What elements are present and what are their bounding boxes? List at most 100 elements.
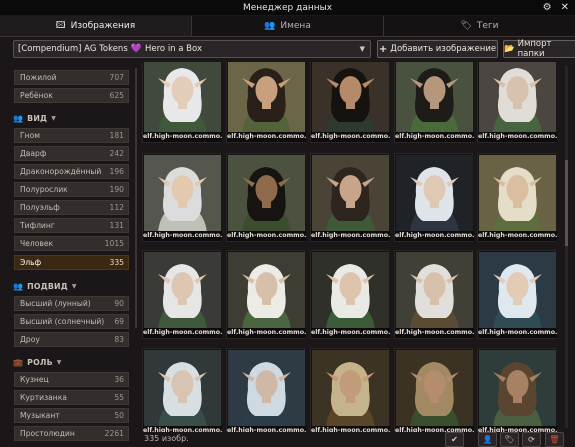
filter-item-child[interactable]: Ребёнок 625 — [14, 88, 129, 103]
filter-item-gnome[interactable]: Гном 181 — [14, 128, 129, 143]
tab-label: Изображения — [70, 21, 136, 31]
filter-item-blacksmith[interactable]: Кузнец 36 — [14, 372, 129, 387]
filter-item-label: Гном — [20, 131, 40, 140]
section-title: ПОДВИД — [27, 281, 68, 291]
image-caption: elf.high-moon.commo... — [478, 328, 557, 338]
image-card[interactable]: elf.high-moon.commo... — [310, 348, 390, 432]
filter-item-drow[interactable]: Дроу 83 — [14, 332, 129, 347]
image-card[interactable]: elf.high-moon.commo... — [477, 62, 557, 143]
tags-icon: 🏷 — [504, 435, 515, 444]
refresh-button[interactable]: ⟳ — [522, 432, 541, 447]
image-card[interactable]: elf.high-moon.commo... — [394, 62, 474, 143]
filter-item-count: 2261 — [104, 429, 124, 438]
select-all-button[interactable]: ✔ — [445, 432, 464, 447]
filter-item-dwarf[interactable]: Дварф 242 — [14, 146, 129, 161]
filter-item-musician[interactable]: Музыкант 50 — [14, 408, 129, 423]
filter-item-high-moon[interactable]: Высший (лунный) 90 — [14, 296, 129, 311]
title-bar: Менеджер данных ⚙ ✕ — [0, 0, 575, 15]
image-card[interactable]: elf.high-moon.commo... — [226, 250, 306, 339]
image-caption: elf.high-moon.commo... — [395, 231, 474, 241]
filter-item-count: 50 — [114, 411, 124, 420]
image-card[interactable]: elf.high-moon.commo... — [394, 250, 474, 339]
image-caption: elf.high-moon.commo... — [311, 132, 390, 142]
heart-icon: 💜 — [130, 44, 142, 54]
image-card[interactable]: elf.high-moon.commo... — [142, 250, 222, 339]
filter-item-tiefling[interactable]: Тифлинг 131 — [14, 218, 129, 233]
filter-item-courtesan[interactable]: Куртизанка 55 — [14, 390, 129, 405]
user-plus-icon: 👤 — [482, 435, 493, 444]
section-header-role[interactable]: 💼 РОЛЬ ▼ — [13, 356, 131, 368]
token-portrait — [228, 350, 305, 428]
tab-images[interactable]: 🖾 Изображения — [0, 16, 192, 36]
filter-item-label: Кузнец — [20, 375, 49, 384]
import-folder-button[interactable]: 📂 Импорт папки — [503, 39, 575, 59]
image-caption: elf.high-moon.commo... — [311, 328, 390, 338]
assign-name-button[interactable]: 👤 — [478, 432, 497, 447]
close-icon[interactable]: ✕ — [561, 2, 569, 13]
filter-item-count: 181 — [109, 131, 125, 140]
filter-item-elderly[interactable]: Пожилой 707 — [14, 70, 129, 85]
section-title: РОЛЬ — [27, 357, 53, 367]
filter-item-label: Эльф — [20, 258, 42, 267]
section-header-subspecies[interactable]: 👥 ПОДВИД ▼ — [13, 280, 131, 292]
trash-icon: 🗑 — [549, 435, 560, 444]
filter-item-count: 69 — [114, 317, 124, 326]
image-caption: elf.high-moon.commo... — [478, 231, 557, 241]
tab-names[interactable]: 👥 Имена — [192, 16, 384, 36]
delete-button[interactable]: 🗑 — [545, 432, 564, 447]
double-check-icon: ✔ — [451, 435, 458, 444]
tab-tags[interactable]: 🏷 Теги — [384, 16, 575, 36]
filter-item-half-elf[interactable]: Полуэльф 112 — [14, 200, 129, 215]
tab-label: Теги — [476, 21, 499, 31]
token-portrait — [144, 62, 221, 134]
image-card[interactable]: elf.high-moon.commo... — [310, 153, 390, 242]
image-card[interactable]: elf.high-moon.commo... — [477, 348, 557, 432]
token-portrait — [312, 62, 389, 134]
sidebar-scrollbar[interactable] — [135, 68, 137, 328]
filter-item-elf[interactable]: Эльф 335 — [14, 255, 129, 270]
filter-item-label: Высший (лунный) — [20, 299, 91, 308]
token-portrait — [228, 62, 305, 134]
token-portrait — [396, 252, 473, 330]
image-card[interactable]: elf.high-moon.commo... — [142, 62, 222, 143]
image-card[interactable]: elf.high-moon.commo... — [310, 62, 390, 143]
filter-item-label: Высший (солнечный) — [20, 317, 105, 326]
image-card[interactable]: elf.high-moon.commo... — [477, 250, 557, 339]
grid-scrollbar[interactable] — [565, 66, 568, 428]
image-card[interactable]: elf.high-moon.commo... — [226, 153, 306, 242]
image-card[interactable]: elf.high-moon.commo... — [394, 153, 474, 242]
image-caption: elf.high-moon.commo... — [395, 328, 474, 338]
image-card[interactable]: elf.high-moon.commo... — [226, 348, 306, 432]
filter-item-halfling[interactable]: Полурослик 190 — [14, 182, 129, 197]
filter-item-label: Простолюдин — [20, 429, 75, 438]
token-portrait — [228, 155, 305, 233]
filter-item-commoner[interactable]: Простолюдин 2261 — [14, 426, 129, 441]
toolbar: [Compendium] AG Tokens 💜 Hero in a Box ▼… — [13, 39, 575, 60]
add-image-button[interactable]: + Добавить изображение — [377, 40, 498, 58]
filter-item-count: 83 — [114, 335, 124, 344]
image-caption: elf.high-moon.commo... — [478, 132, 557, 142]
image-card[interactable]: elf.high-moon.commo... — [394, 348, 474, 432]
image-card[interactable]: elf.high-moon.commo... — [142, 348, 222, 432]
section-header-species[interactable]: 👥 ВИД ▼ — [13, 112, 131, 124]
compendium-select[interactable]: [Compendium] AG Tokens 💜 Hero in a Box ▼ — [13, 40, 371, 58]
image-card[interactable]: elf.high-moon.commo... — [142, 153, 222, 242]
assign-tags-button[interactable]: 🏷 — [500, 432, 519, 447]
filter-item-high-sun[interactable]: Высший (солнечный) 69 — [14, 314, 129, 329]
tab-bar: 🖾 Изображения 👥 Имена 🏷 Теги — [0, 16, 575, 37]
image-card[interactable]: elf.high-moon.commo... — [310, 250, 390, 339]
image-caption: elf.high-moon.commo... — [227, 132, 306, 142]
folder-icon: 📂 — [504, 44, 515, 54]
users-icon: 👥 — [13, 113, 24, 123]
scrollbar-thumb[interactable] — [565, 160, 568, 246]
image-grid: elf.high-moon.commo... elf.high-moon.comm… — [142, 62, 564, 432]
image-caption: elf.high-moon.commo... — [311, 231, 390, 241]
image-card[interactable]: elf.high-moon.commo... — [226, 62, 306, 143]
token-portrait — [396, 62, 473, 134]
briefcase-icon: 💼 — [13, 357, 24, 367]
filter-item-dragonborn[interactable]: Драконорождённый 196 — [14, 164, 129, 179]
users-icon: 👥 — [264, 21, 276, 31]
gear-icon[interactable]: ⚙ — [543, 2, 552, 13]
filter-item-human[interactable]: Человек 1015 — [14, 236, 129, 251]
image-card[interactable]: elf.high-moon.commo... — [477, 153, 557, 242]
